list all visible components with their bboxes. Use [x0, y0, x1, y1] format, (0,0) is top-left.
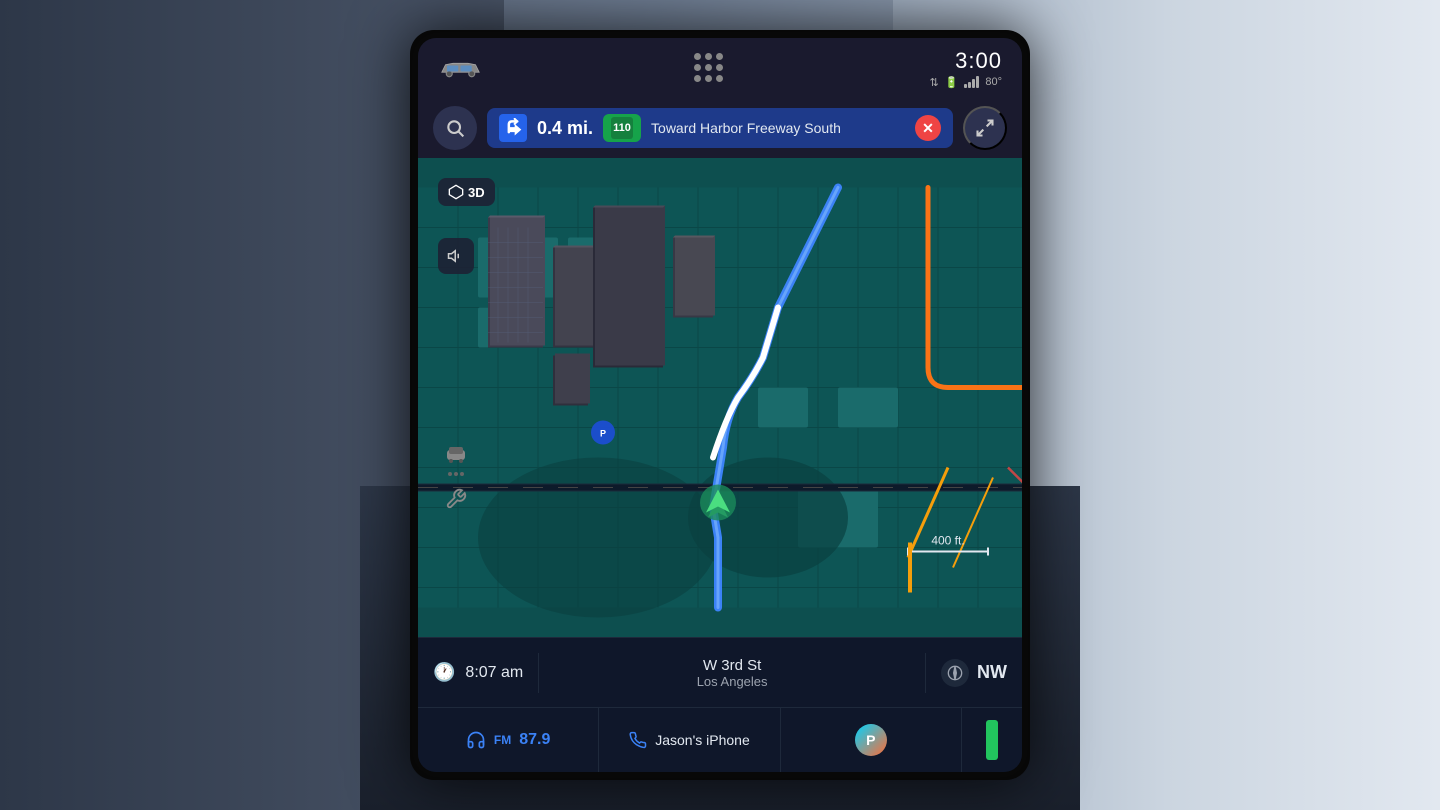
screen-bezel: 3:00 ⇅ 🔋 80°	[410, 30, 1030, 780]
turn-arrow-icon	[499, 114, 527, 142]
nav-bar: 0.4 mi. 110 Toward Harbor Freeway South …	[418, 98, 1022, 158]
grid-dot	[705, 64, 712, 71]
highway-badge: 110	[603, 114, 641, 142]
grid-dot	[705, 53, 712, 60]
signal-bar-2	[968, 82, 971, 88]
app-grid-button[interactable]	[694, 53, 724, 83]
signal-bar-3	[972, 79, 975, 88]
nav-direction-panel: 0.4 mi. 110 Toward Harbor Freeway South …	[487, 108, 953, 148]
clock-icon: 🕐	[433, 662, 455, 683]
signal-bar-1	[964, 84, 967, 88]
grid-dot	[694, 53, 701, 60]
3d-label: 3D	[468, 185, 485, 200]
arrival-time: 8:07 am	[465, 664, 523, 682]
compass-section: NW	[926, 659, 1022, 687]
map-area[interactable]: P 400 ft. 3D	[418, 158, 1022, 637]
grid-dot	[716, 75, 723, 82]
car-icon	[438, 53, 488, 83]
pandora-icon: P	[855, 724, 887, 756]
status-right: 3:00 ⇅ 🔋 80°	[929, 48, 1002, 89]
sound-button[interactable]	[438, 238, 474, 274]
radio-type: FM	[494, 733, 511, 747]
phone-button[interactable]: Jason's iPhone	[599, 708, 780, 772]
signal-icon	[964, 76, 979, 88]
tools-button[interactable]	[438, 481, 474, 517]
phone-name: Jason's iPhone	[655, 732, 750, 748]
nav-destination: Toward Harbor Freeway South	[651, 120, 905, 136]
clock: 3:00	[955, 48, 1002, 74]
grid-dot	[705, 75, 712, 82]
radio-frequency: 87.9	[519, 731, 550, 749]
location-section: W 3rd St Los Angeles	[539, 657, 925, 689]
vehicle-view-button[interactable]	[438, 436, 474, 472]
compass-direction: NW	[977, 662, 1007, 683]
grid-dot	[694, 75, 701, 82]
bottom-info-bar: 🕐 8:07 am W 3rd St Los Angeles NW	[418, 637, 1022, 707]
grid-dot	[694, 64, 701, 71]
svg-text:P: P	[600, 429, 606, 439]
close-nav-button[interactable]: ✕	[915, 115, 941, 141]
highway-number: 110	[611, 117, 633, 139]
search-button[interactable]	[433, 106, 477, 150]
3d-toggle-button[interactable]: 3D	[438, 178, 495, 206]
screen: 3:00 ⇅ 🔋 80°	[418, 38, 1022, 772]
grid-dot	[716, 64, 723, 71]
nav-distance: 0.4 mi.	[537, 118, 593, 139]
signal-bar-4	[976, 76, 979, 88]
green-indicator	[986, 720, 998, 760]
compass-icon	[941, 659, 969, 687]
status-bar: 3:00 ⇅ 🔋 80°	[418, 38, 1022, 98]
radio-button[interactable]: FM 87.9	[418, 708, 599, 772]
battery-icon: 🔋	[945, 76, 959, 89]
indicator-button[interactable]	[962, 708, 1022, 772]
pandora-button[interactable]: P	[781, 708, 962, 772]
temperature: 80°	[985, 76, 1002, 88]
svg-text:400 ft.: 400 ft.	[931, 534, 964, 548]
expand-button[interactable]	[963, 106, 1007, 150]
grid-dot	[716, 53, 723, 60]
app-bar: FM 87.9 Jason's iPhone P	[418, 707, 1022, 772]
city-name: Los Angeles	[549, 674, 915, 689]
map-svg: P 400 ft.	[418, 158, 1022, 637]
time-section: 🕐 8:07 am	[418, 638, 538, 707]
street-name: W 3rd St	[549, 657, 915, 674]
status-icons: ⇅ 🔋 80°	[929, 76, 1002, 89]
data-transfer-icon: ⇅	[929, 76, 938, 89]
